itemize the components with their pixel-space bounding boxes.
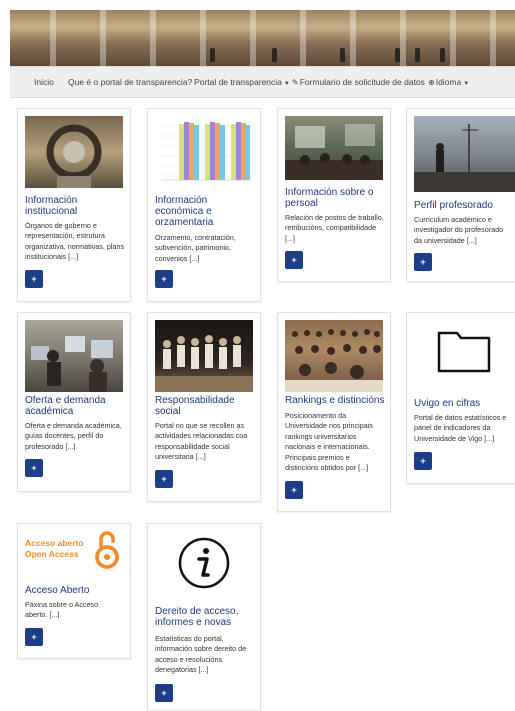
card-more-button[interactable]: +: [155, 684, 173, 702]
lecture-hall-photo: [285, 320, 383, 392]
card-uvigo-figures: Uvigo en cifras Portal de datos estatíst…: [406, 312, 515, 484]
card-more-button[interactable]: +: [25, 628, 43, 646]
card-title[interactable]: Acceso Aberto: [25, 585, 125, 596]
card-description: Oferta e demanda académica, guías docent…: [25, 421, 122, 451]
nav-portal-dropdown[interactable]: Portal de transparencia ▼: [194, 67, 290, 97]
card-title[interactable]: Rankings e distincións: [285, 395, 385, 406]
card-title[interactable]: Dereito de acceso, informes e novas: [155, 606, 255, 628]
card-title[interactable]: Responsabilidade social: [155, 395, 255, 417]
card-more-button[interactable]: +: [285, 481, 303, 499]
card-more-button[interactable]: +: [155, 270, 173, 288]
logo-line-1: Acceso aberto: [25, 538, 84, 548]
card-more-button[interactable]: +: [155, 470, 173, 488]
caret-down-icon: ▼: [463, 81, 470, 87]
nav-form[interactable]: ✎Formulario de solicitude de datos: [292, 67, 425, 97]
nav-language-label: Idioma: [435, 77, 462, 87]
card-title[interactable]: Información económica e orzamentaria: [155, 195, 255, 228]
folder-icon: [437, 329, 491, 378]
card-title[interactable]: Información sobre o persoal: [285, 187, 385, 209]
card-description: Estatísticas do portal, información sobr…: [155, 634, 247, 675]
card-description: Orzamento, contratación, subvención, pat…: [155, 233, 236, 263]
card-institutional-info: Información institucional Órganos de gob…: [17, 108, 131, 302]
edit-icon: ✎: [292, 78, 299, 87]
card-description: Portal de datos estatísticos e panel de …: [414, 413, 507, 443]
sculpture-photo: [25, 116, 123, 188]
open-access-logo-text: Acceso aberto Open Access: [25, 538, 89, 560]
globe-icon: ⊕: [428, 78, 435, 87]
card-open-access: Acceso aberto Open Access Acceso Aberto …: [17, 523, 131, 659]
header-banner-image: [10, 10, 515, 66]
card-academic-offer: Oferta e demanda académica Oferta e dema…: [17, 312, 131, 492]
nav-form-label: Formulario de solicitude de datos: [299, 77, 425, 87]
card-economic-info: Información económica e orzamentaria Orz…: [147, 108, 261, 302]
nav-portal-label: Portal de transparencia: [194, 77, 282, 87]
field-research-photo: [414, 116, 515, 192]
card-description: Portal no que se recollen as actividades…: [155, 421, 248, 462]
card-description: Órganos de goberno e representación, est…: [25, 221, 125, 262]
card-more-button[interactable]: +: [414, 452, 432, 470]
card-more-button[interactable]: +: [25, 459, 43, 477]
card-description: Posicionamento da Universidade nos princ…: [285, 411, 373, 473]
info-icon: [177, 536, 231, 595]
card-title[interactable]: Perfil profesorado: [414, 200, 510, 211]
logo-line-2: Open Access: [25, 549, 79, 559]
nav-language-dropdown[interactable]: ⊕Idioma ▼: [428, 67, 469, 97]
main-navbar: Inicio Que é o portal de transparencia? …: [10, 66, 515, 98]
card-more-button[interactable]: +: [25, 270, 43, 288]
card-rankings: Rankings e distincións Posicionamento da…: [277, 312, 391, 512]
card-description: Currículum académico e investigador do p…: [414, 215, 504, 245]
card-title[interactable]: Uvigo en cifras: [414, 398, 510, 409]
card-more-button[interactable]: +: [414, 253, 432, 271]
budget-chart-thumbnail: [155, 116, 253, 188]
choir-photo: [155, 320, 253, 392]
open-lock-icon: [94, 530, 120, 575]
card-description: Páxina sobre o Acceso aberto. [...]: [25, 600, 99, 620]
card-teacher-profile: Perfil profesorado Currículum académico …: [406, 108, 515, 282]
meeting-room-photo: [285, 116, 383, 180]
card-social-responsibility: Responsabilidade social Portal no que se…: [147, 312, 261, 502]
card-access-rights: Dereito de acceso, informes e novas Esta…: [147, 523, 261, 711]
card-more-button[interactable]: +: [285, 251, 303, 269]
card-title[interactable]: Oferta e demanda académica: [25, 395, 125, 417]
card-description: Relación de postos de traballo, retribuc…: [285, 213, 384, 243]
caret-down-icon: ▼: [283, 81, 290, 87]
computer-lab-photo: [25, 320, 123, 392]
nav-home[interactable]: Inicio: [34, 67, 54, 97]
card-staff-info: Información sobre o persoal Relación de …: [277, 108, 391, 282]
card-title[interactable]: Información institucional: [25, 195, 125, 217]
nav-about[interactable]: Que é o portal de transparencia?: [68, 67, 192, 97]
